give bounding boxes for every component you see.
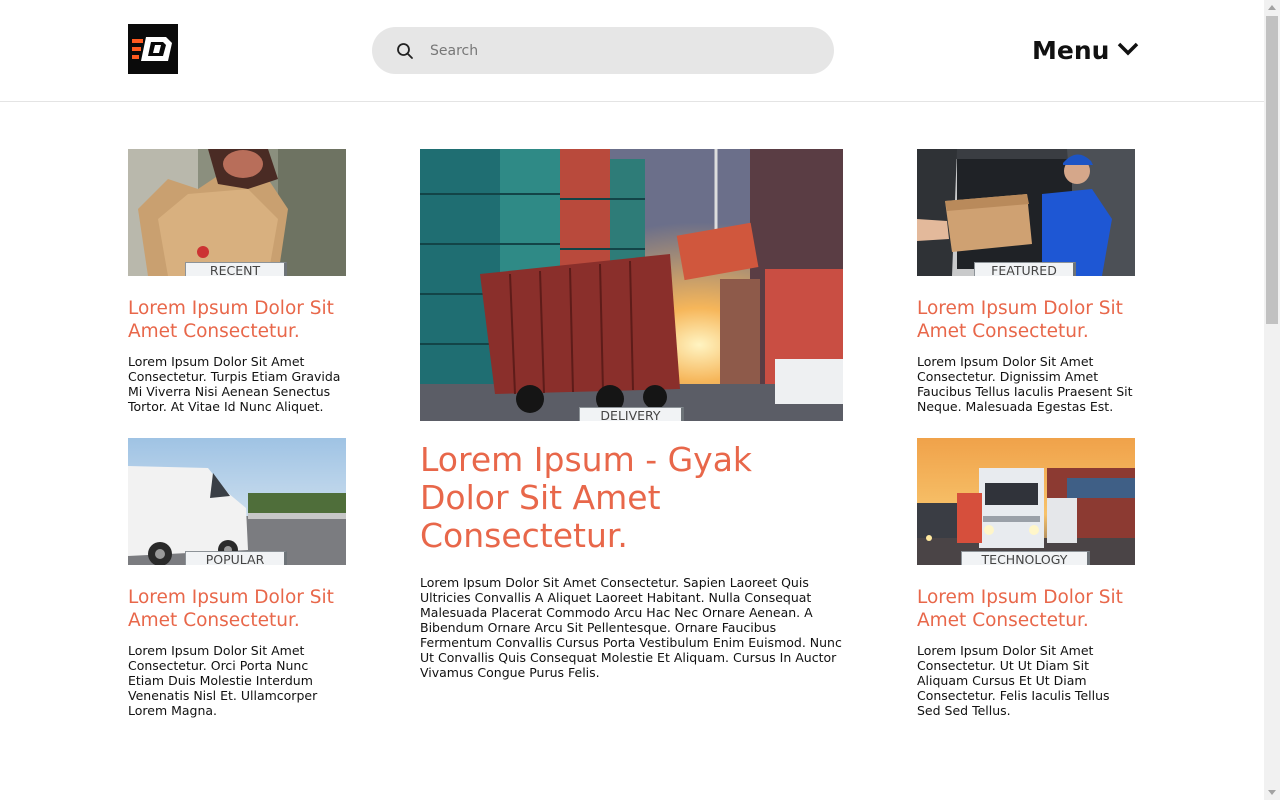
search-input[interactable]	[430, 27, 810, 74]
delivery-image[interactable]: DELIVERY	[420, 149, 843, 421]
card-text: Lorem Ipsum Dolor Sit Amet Consectetur. …	[128, 643, 318, 718]
logo-icon[interactable]	[128, 24, 178, 74]
card-text: Lorem Ipsum Dolor Sit Amet Consectetur. …	[128, 354, 341, 414]
popular-image[interactable]: POPULAR	[128, 438, 346, 565]
featured-image[interactable]: FEATURED	[917, 149, 1135, 276]
card-title[interactable]: Lorem Ipsum Dolor Sit Amet Consectetur.	[128, 297, 346, 343]
tag-popular[interactable]: POPULAR	[185, 551, 287, 565]
tag-recent[interactable]: RECENT	[185, 262, 287, 276]
card-title[interactable]: Lorem Ipsum Dolor Sit Amet Consectetur.	[917, 586, 1135, 632]
feature-text: Lorem Ipsum Dolor Sit Amet Consectetur. …	[420, 575, 842, 680]
card-text: Lorem Ipsum Dolor Sit Amet Consectetur. …	[917, 354, 1133, 414]
search-bar[interactable]	[372, 27, 834, 74]
feature-title[interactable]: Lorem Ipsum - Gyak Dolor Sit Amet Consec…	[420, 441, 843, 555]
menu-label: Menu	[1032, 35, 1110, 65]
technology-image[interactable]: TECHNOLOGY	[917, 438, 1135, 565]
card-delivery[interactable]: DELIVERY Lorem Ipsum - Gyak Dolor Sit Am…	[420, 149, 843, 680]
menu-button[interactable]: Menu	[1032, 32, 1139, 68]
vertical-scrollbar[interactable]	[1264, 0, 1280, 800]
card-technology[interactable]: TECHNOLOGY Lorem Ipsum Dolor Sit Amet Co…	[917, 438, 1135, 718]
tag-technology[interactable]: TECHNOLOGY	[961, 551, 1090, 565]
chevron-down-icon	[1117, 40, 1139, 61]
card-text: Lorem Ipsum Dolor Sit Amet Consectetur. …	[917, 643, 1110, 718]
card-title[interactable]: Lorem Ipsum Dolor Sit Amet Consectetur.	[128, 586, 346, 632]
scrollbar-thumb[interactable]	[1266, 16, 1278, 324]
card-popular[interactable]: POPULAR Lorem Ipsum Dolor Sit Amet Conse…	[128, 438, 346, 718]
card-title[interactable]: Lorem Ipsum Dolor Sit Amet Consectetur.	[917, 297, 1135, 343]
card-recent[interactable]: RECENT Lorem Ipsum Dolor Sit Amet Consec…	[128, 149, 346, 414]
recent-image[interactable]: RECENT	[128, 149, 346, 276]
scroll-up-arrow[interactable]	[1268, 5, 1276, 10]
tag-delivery[interactable]: DELIVERY	[579, 407, 684, 421]
scroll-down-arrow[interactable]	[1268, 790, 1276, 795]
card-featured[interactable]: FEATURED Lorem Ipsum Dolor Sit Amet Cons…	[917, 149, 1135, 414]
search-icon	[395, 41, 415, 61]
site-header: Menu	[0, 0, 1264, 102]
tag-featured[interactable]: FEATURED	[974, 262, 1076, 276]
